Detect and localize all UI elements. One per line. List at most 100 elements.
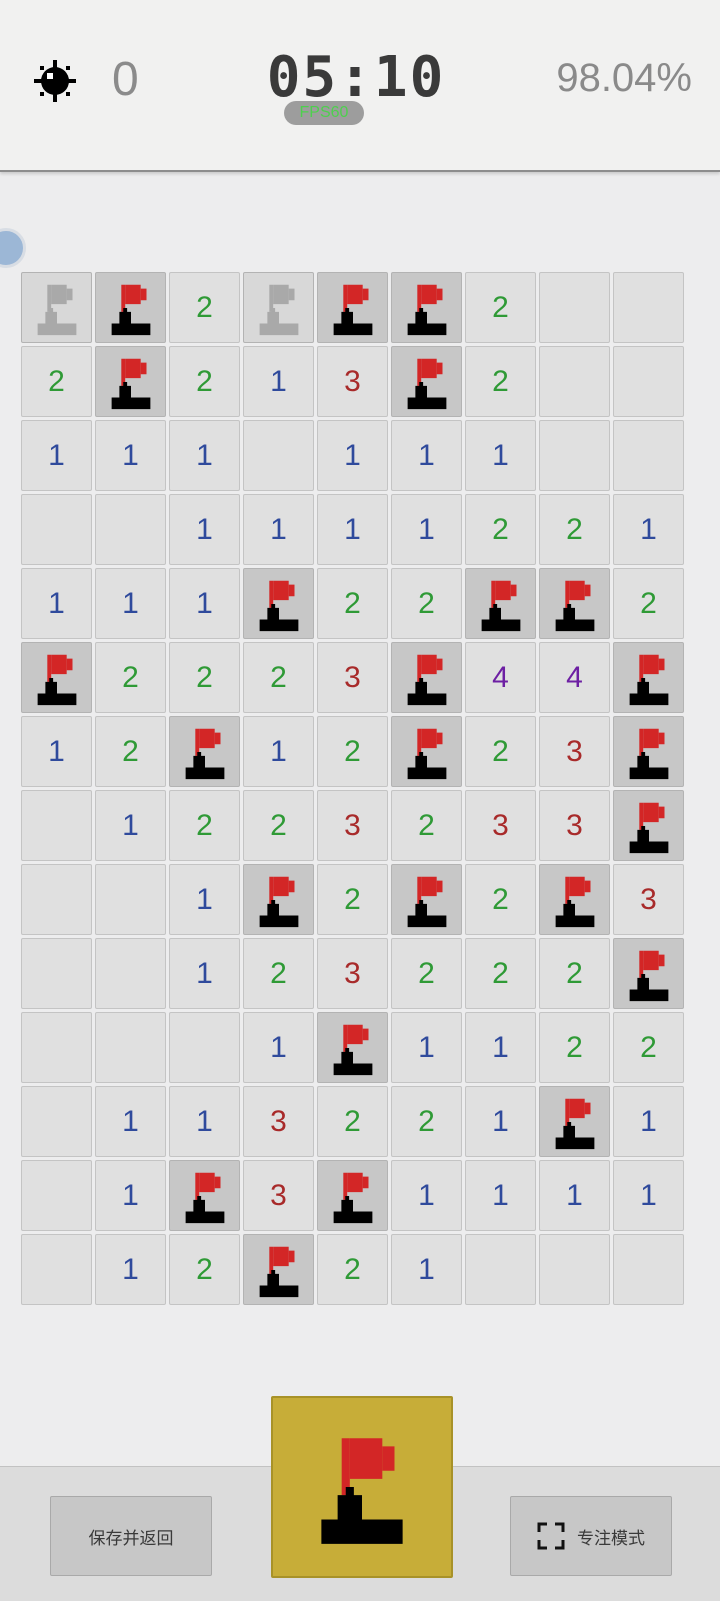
board-cell-r8-c9[interactable] [613,790,684,861]
board-cell-r12-c6[interactable]: 2 [391,1086,462,1157]
board-cell-r4-c4[interactable]: 1 [243,494,314,565]
board-cell-r6-c3[interactable]: 2 [169,642,240,713]
focus-mode-button[interactable]: 专注模式 [510,1496,672,1576]
board-cell-r2-c8[interactable] [539,346,610,417]
board-cell-r9-c6[interactable] [391,864,462,935]
board-cell-r4-c8[interactable]: 2 [539,494,610,565]
board-cell-r8-c8[interactable]: 3 [539,790,610,861]
board-cell-r14-c8[interactable] [539,1234,610,1305]
board-cell-r8-c6[interactable]: 2 [391,790,462,861]
board-cell-r8-c3[interactable]: 2 [169,790,240,861]
board-cell-r1-c5[interactable] [317,272,388,343]
board-cell-r6-c2[interactable]: 2 [95,642,166,713]
board-cell-r6-c8[interactable]: 4 [539,642,610,713]
board-cell-r11-c2[interactable] [95,1012,166,1083]
board-cell-r14-c5[interactable]: 2 [317,1234,388,1305]
board-cell-r5-c2[interactable]: 1 [95,568,166,639]
board-cell-r1-c2[interactable] [95,272,166,343]
board-cell-r1-c8[interactable] [539,272,610,343]
board-cell-r11-c8[interactable]: 2 [539,1012,610,1083]
board-cell-r2-c9[interactable] [613,346,684,417]
board-cell-r14-c9[interactable] [613,1234,684,1305]
board-cell-r8-c7[interactable]: 3 [465,790,536,861]
board-cell-r5-c4[interactable] [243,568,314,639]
board-cell-r14-c4[interactable] [243,1234,314,1305]
board-cell-r13-c6[interactable]: 1 [391,1160,462,1231]
board-cell-r3-c7[interactable]: 1 [465,420,536,491]
board-cell-r3-c1[interactable]: 1 [21,420,92,491]
board-cell-r13-c1[interactable] [21,1160,92,1231]
board-cell-r9-c1[interactable] [21,864,92,935]
board-cell-r11-c4[interactable]: 1 [243,1012,314,1083]
board-cell-r10-c7[interactable]: 2 [465,938,536,1009]
board-cell-r6-c9[interactable] [613,642,684,713]
board-cell-r4-c7[interactable]: 2 [465,494,536,565]
board-cell-r12-c2[interactable]: 1 [95,1086,166,1157]
board-cell-r2-c6[interactable] [391,346,462,417]
board-cell-r9-c5[interactable]: 2 [317,864,388,935]
board-cell-r10-c8[interactable]: 2 [539,938,610,1009]
board-cell-r7-c6[interactable] [391,716,462,787]
board-cell-r1-c7[interactable]: 2 [465,272,536,343]
board-cell-r3-c2[interactable]: 1 [95,420,166,491]
board-cell-r4-c1[interactable] [21,494,92,565]
board-cell-r5-c9[interactable]: 2 [613,568,684,639]
board-cell-r1-c1[interactable] [21,272,92,343]
board-cell-r12-c7[interactable]: 1 [465,1086,536,1157]
board-cell-r14-c2[interactable]: 1 [95,1234,166,1305]
board-cell-r5-c6[interactable]: 2 [391,568,462,639]
board-cell-r12-c3[interactable]: 1 [169,1086,240,1157]
board-cell-r6-c5[interactable]: 3 [317,642,388,713]
board-cell-r11-c6[interactable]: 1 [391,1012,462,1083]
board-cell-r7-c5[interactable]: 2 [317,716,388,787]
board-cell-r9-c8[interactable] [539,864,610,935]
board-cell-r7-c3[interactable] [169,716,240,787]
board-cell-r11-c9[interactable]: 2 [613,1012,684,1083]
board-cell-r3-c6[interactable]: 1 [391,420,462,491]
board-cell-r14-c3[interactable]: 2 [169,1234,240,1305]
board-cell-r2-c4[interactable]: 1 [243,346,314,417]
board-cell-r7-c7[interactable]: 2 [465,716,536,787]
board-cell-r12-c4[interactable]: 3 [243,1086,314,1157]
board-cell-r9-c7[interactable]: 2 [465,864,536,935]
board-cell-r6-c6[interactable] [391,642,462,713]
board-cell-r6-c7[interactable]: 4 [465,642,536,713]
board-cell-r8-c1[interactable] [21,790,92,861]
board-cell-r14-c7[interactable] [465,1234,536,1305]
board-cell-r1-c6[interactable] [391,272,462,343]
board-cell-r10-c9[interactable] [613,938,684,1009]
board-cell-r14-c6[interactable]: 1 [391,1234,462,1305]
board-cell-r4-c2[interactable] [95,494,166,565]
board-cell-r8-c2[interactable]: 1 [95,790,166,861]
board-cell-r3-c5[interactable]: 1 [317,420,388,491]
board-cell-r6-c4[interactable]: 2 [243,642,314,713]
board-cell-r14-c1[interactable] [21,1234,92,1305]
board-cell-r2-c3[interactable]: 2 [169,346,240,417]
board-cell-r12-c8[interactable] [539,1086,610,1157]
board-cell-r13-c4[interactable]: 3 [243,1160,314,1231]
board-cell-r2-c2[interactable] [95,346,166,417]
board-cell-r13-c3[interactable] [169,1160,240,1231]
board-cell-r12-c5[interactable]: 2 [317,1086,388,1157]
board-cell-r4-c3[interactable]: 1 [169,494,240,565]
board-cell-r13-c5[interactable] [317,1160,388,1231]
board-cell-r10-c4[interactable]: 2 [243,938,314,1009]
board-cell-r5-c7[interactable] [465,568,536,639]
board-cell-r13-c9[interactable]: 1 [613,1160,684,1231]
board-cell-r3-c9[interactable] [613,420,684,491]
board-cell-r3-c8[interactable] [539,420,610,491]
board-cell-r8-c4[interactable]: 2 [243,790,314,861]
board-cell-r9-c2[interactable] [95,864,166,935]
board-cell-r4-c5[interactable]: 1 [317,494,388,565]
board-cell-r10-c5[interactable]: 3 [317,938,388,1009]
board-cell-r3-c3[interactable]: 1 [169,420,240,491]
board-cell-r7-c9[interactable] [613,716,684,787]
board-cell-r12-c1[interactable] [21,1086,92,1157]
board-cell-r1-c4[interactable] [243,272,314,343]
board-cell-r8-c5[interactable]: 3 [317,790,388,861]
board-cell-r10-c2[interactable] [95,938,166,1009]
board-cell-r7-c8[interactable]: 3 [539,716,610,787]
board-cell-r10-c3[interactable]: 1 [169,938,240,1009]
save-and-return-button[interactable]: 保存并返回 [50,1496,212,1576]
board-cell-r13-c7[interactable]: 1 [465,1160,536,1231]
